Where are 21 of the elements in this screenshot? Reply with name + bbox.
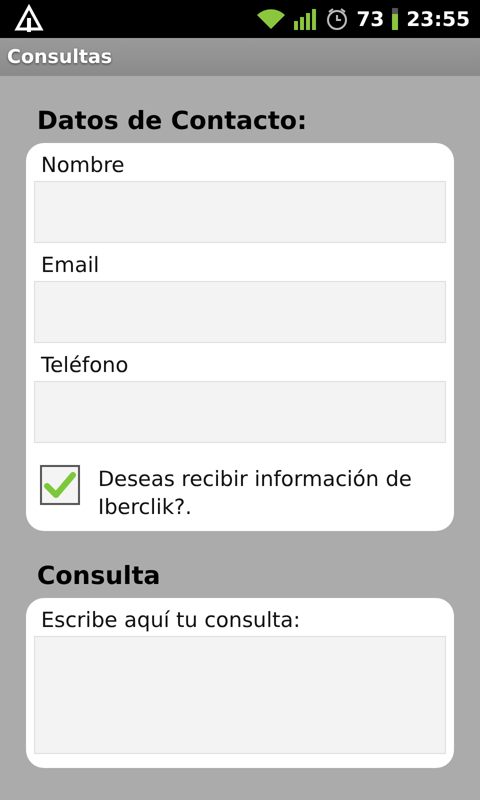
input-field[interactable] — [34, 281, 446, 343]
app-title: Consultas — [7, 46, 112, 68]
signal-tower-icon — [14, 4, 44, 34]
checkbox[interactable] — [40, 465, 80, 505]
input-field[interactable] — [34, 181, 446, 243]
field-label: Nombre — [40, 152, 126, 179]
clock: 23:55 — [406, 7, 470, 31]
wifi-icon — [256, 7, 286, 31]
section-heading: Datos de Contacto: — [36, 105, 308, 137]
text-area[interactable] — [34, 636, 446, 754]
field-label: Escribe aquí tu consulta: — [40, 607, 302, 634]
input-field[interactable] — [34, 381, 446, 443]
alarm-clock-icon — [326, 7, 348, 31]
section-heading: Consulta — [36, 560, 162, 592]
checkbox-label: Deseas recibir información de Iberclik?. — [98, 466, 413, 521]
field-label: Email — [40, 252, 100, 279]
check-icon — [44, 471, 76, 499]
signal-icon — [294, 8, 318, 30]
battery-icon — [392, 8, 398, 30]
field-label: Teléfono — [40, 352, 130, 379]
battery-percent: 73 — [356, 7, 384, 31]
